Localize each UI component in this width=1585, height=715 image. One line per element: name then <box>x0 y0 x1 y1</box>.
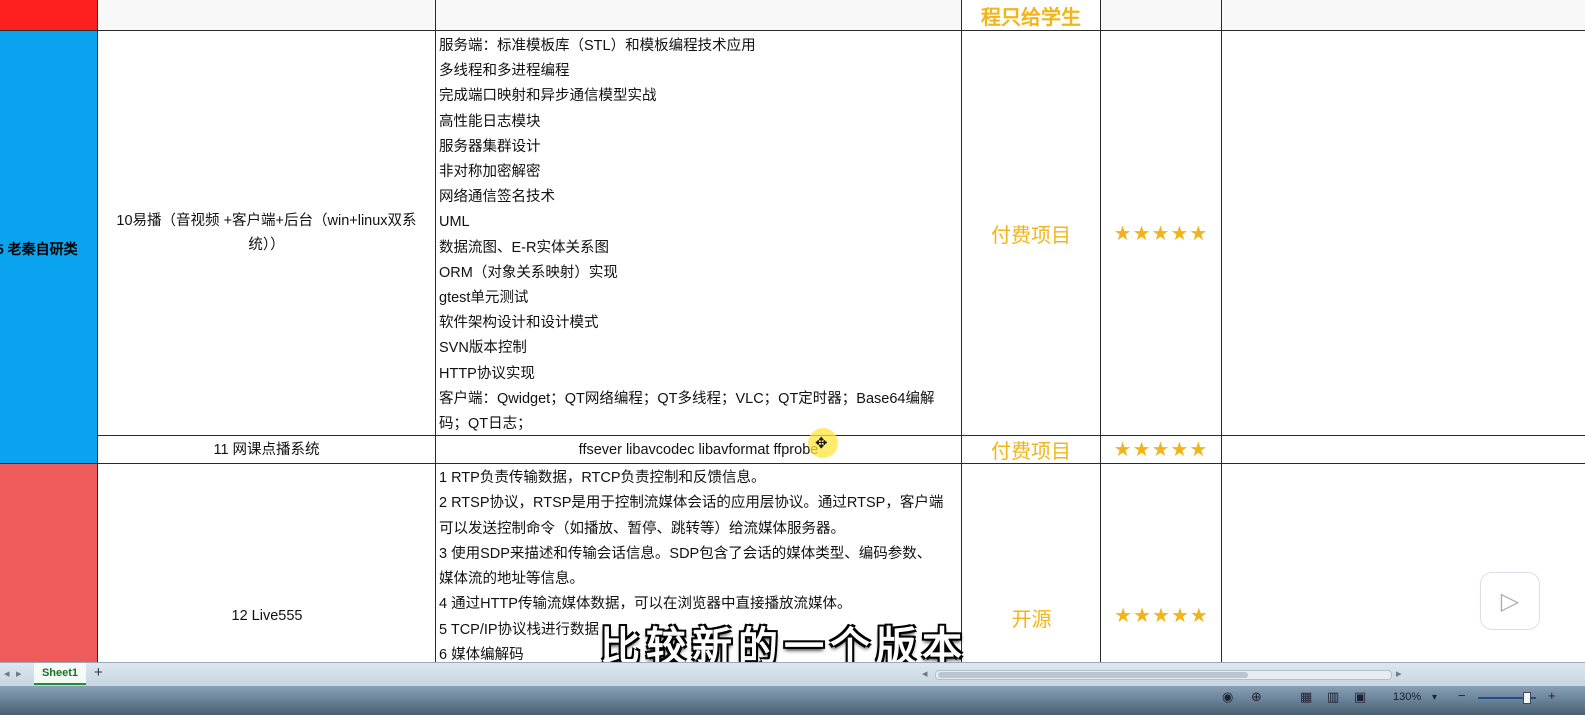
star-cell-top[interactable] <box>1101 0 1222 30</box>
detail-cell[interactable]: ffsever libavcodec libavformat ffprobe <box>436 436 962 463</box>
category-cell-merged[interactable]: 5 老秦自研类 <box>0 31 98 464</box>
detail-line: 可以发送控制命令（如播放、暂停、跳转等）给流媒体服务器。 <box>439 520 845 537</box>
category-cell[interactable] <box>0 464 98 668</box>
zoom-slider-knob[interactable] <box>1523 692 1531 704</box>
category-cell-top[interactable] <box>0 0 98 30</box>
extra-cell[interactable] <box>1222 436 1585 463</box>
name-cell[interactable]: 10易播（音视频 +客户端+后台（win+linux双系统）） <box>98 31 436 435</box>
name-cell[interactable]: 12 Live555 <box>98 464 436 668</box>
type-cell[interactable]: 开源 <box>962 464 1101 668</box>
project-name: 12 Live555 <box>231 608 303 624</box>
detail-line: 网络通信签名技术 <box>439 189 555 206</box>
add-sheet-button[interactable]: + <box>94 664 103 681</box>
detail-line: gtest单元测试 <box>439 290 529 307</box>
page-normal-icon[interactable]: ▦ <box>1300 689 1312 705</box>
name-cell[interactable]: 11 网课点播系统 <box>98 436 436 463</box>
type-label: 付费项目 <box>991 224 1071 247</box>
detail-line: SVN版本控制 <box>439 340 527 357</box>
tab-scroll-right-icon[interactable]: ▸ <box>16 667 22 680</box>
type-cell[interactable]: 付费项目 <box>962 31 1101 435</box>
crosshair-icon[interactable]: ⊕ <box>1251 689 1262 705</box>
detail-line: 非对称加密解密 <box>439 164 541 181</box>
table-row-project-10: 10易播（音视频 +客户端+后台（win+linux双系统）） 服务端：标准模板… <box>0 31 1585 436</box>
table-row-project-11: 11 网课点播系统 ffsever libavcodec libavformat… <box>0 436 1585 464</box>
detail-line: 3 使用SDP来描述和传输会话信息。SDP包含了会话的媒体类型、编码参数、 <box>439 545 932 562</box>
rating-cell[interactable]: ★★★★★ <box>1101 436 1222 463</box>
detail-line: 多线程和多进程编程 <box>439 63 570 80</box>
sheet-tab-bar: ◂ ▸ Sheet1 + ◂ ▸ <box>0 662 1585 687</box>
category-label: 5 老秦自研类 <box>0 241 78 257</box>
name-cell-top[interactable] <box>98 0 436 30</box>
star-rating: ★★★★★ <box>1113 222 1209 245</box>
detail-line: 数据流图、E-R实体关系图 <box>439 239 609 256</box>
detail-line: 高性能日志模块 <box>439 113 541 130</box>
page-break-icon[interactable]: ▣ <box>1354 689 1366 705</box>
detail-line: 服务器集群设计 <box>439 138 541 155</box>
detail-line: 1 RTP负责传输数据，RTCP负责控制和反馈信息。 <box>439 470 766 486</box>
horizontal-scrollbar[interactable] <box>935 670 1392 680</box>
detail-line: 服务端：标准模板库（STL）和模板编程技术应用 <box>439 38 756 54</box>
tab-label: Sheet1 <box>41 667 79 679</box>
rating-cell[interactable]: ★★★★★ <box>1101 31 1222 435</box>
cursor-move-icon: ✥ <box>815 435 828 452</box>
play-icon[interactable]: ▷ <box>1480 572 1540 630</box>
detail-line: 媒体流的地址等信息。 <box>439 571 584 588</box>
scrollbar-thumb[interactable] <box>938 672 1248 678</box>
zoom-out-icon[interactable]: − <box>1458 688 1466 703</box>
scroll-right-icon[interactable]: ▸ <box>1396 667 1402 680</box>
eye-icon[interactable]: ◉ <box>1222 689 1233 705</box>
extra-cell[interactable] <box>1222 464 1585 668</box>
type-cell[interactable]: 付费项目 <box>962 436 1101 463</box>
star-rating: ★★★★★ <box>1114 605 1209 627</box>
zoom-in-icon[interactable]: + <box>1548 688 1556 703</box>
rating-cell[interactable]: ★★★★★ <box>1101 464 1222 668</box>
detail-line: ffsever libavcodec libavformat ffprobe <box>578 441 819 458</box>
detail-line: HTTP协议实现 <box>439 365 535 382</box>
extra-cell-top[interactable] <box>1222 0 1585 30</box>
tab-sheet1[interactable]: Sheet1 <box>34 663 86 685</box>
tab-scroll-left-icon[interactable]: ◂ <box>4 667 10 680</box>
detail-line: 码；QT日志； <box>439 416 532 433</box>
detail-lines: 服务端：标准模板库（STL）和模板编程技术应用 多线程和多进程编程 完成端口映射… <box>436 31 961 437</box>
spreadsheet-grid: 程只给学生 10易播（音视频 +客户端+后台（win+linux双系统）） 服务… <box>0 0 1585 668</box>
type-label: 程只给学生 <box>981 7 1081 29</box>
detail-cell[interactable]: 服务端：标准模板库（STL）和模板编程技术应用 多线程和多进程编程 完成端口映射… <box>436 31 962 435</box>
extra-cell[interactable] <box>1222 31 1585 435</box>
status-bar: ◉ ⊕ ▦ ▥ ▣ 130% ▾ − + <box>0 686 1585 715</box>
detail-line: 2 RTSP协议，RTSP是用于控制流媒体会话的应用层协议。通过RTSP，客户端 <box>439 495 944 512</box>
type-label: 开源 <box>1011 609 1052 631</box>
zoom-level[interactable]: 130% <box>1393 691 1421 703</box>
detail-line: UML <box>439 214 470 231</box>
detail-line: ORM（对象关系映射）实现 <box>439 264 618 281</box>
detail-cell-top[interactable] <box>436 0 962 30</box>
type-cell-top[interactable]: 程只给学生 <box>962 0 1101 30</box>
project-name: 10易播（音视频 +客户端+后台（win+linux双系统）） <box>116 213 417 253</box>
detail-line: 客户端：Qwidget；QT网络编程；QT多线程；VLC；QT定时器；Base6… <box>439 390 935 407</box>
detail-line: 完成端口映射和异步通信模型实战 <box>439 88 657 105</box>
page-layout-icon[interactable]: ▥ <box>1327 689 1339 705</box>
table-row-top: 程只给学生 <box>0 0 1585 31</box>
type-label: 付费项目 <box>991 441 1071 463</box>
zoom-dropdown-icon[interactable]: ▾ <box>1432 692 1437 703</box>
detail-line: 软件架构设计和设计模式 <box>439 315 599 332</box>
star-rating: ★★★★★ <box>1113 439 1209 461</box>
scroll-left-icon[interactable]: ◂ <box>922 667 928 680</box>
project-name: 11 网课点播系统 <box>213 441 320 458</box>
